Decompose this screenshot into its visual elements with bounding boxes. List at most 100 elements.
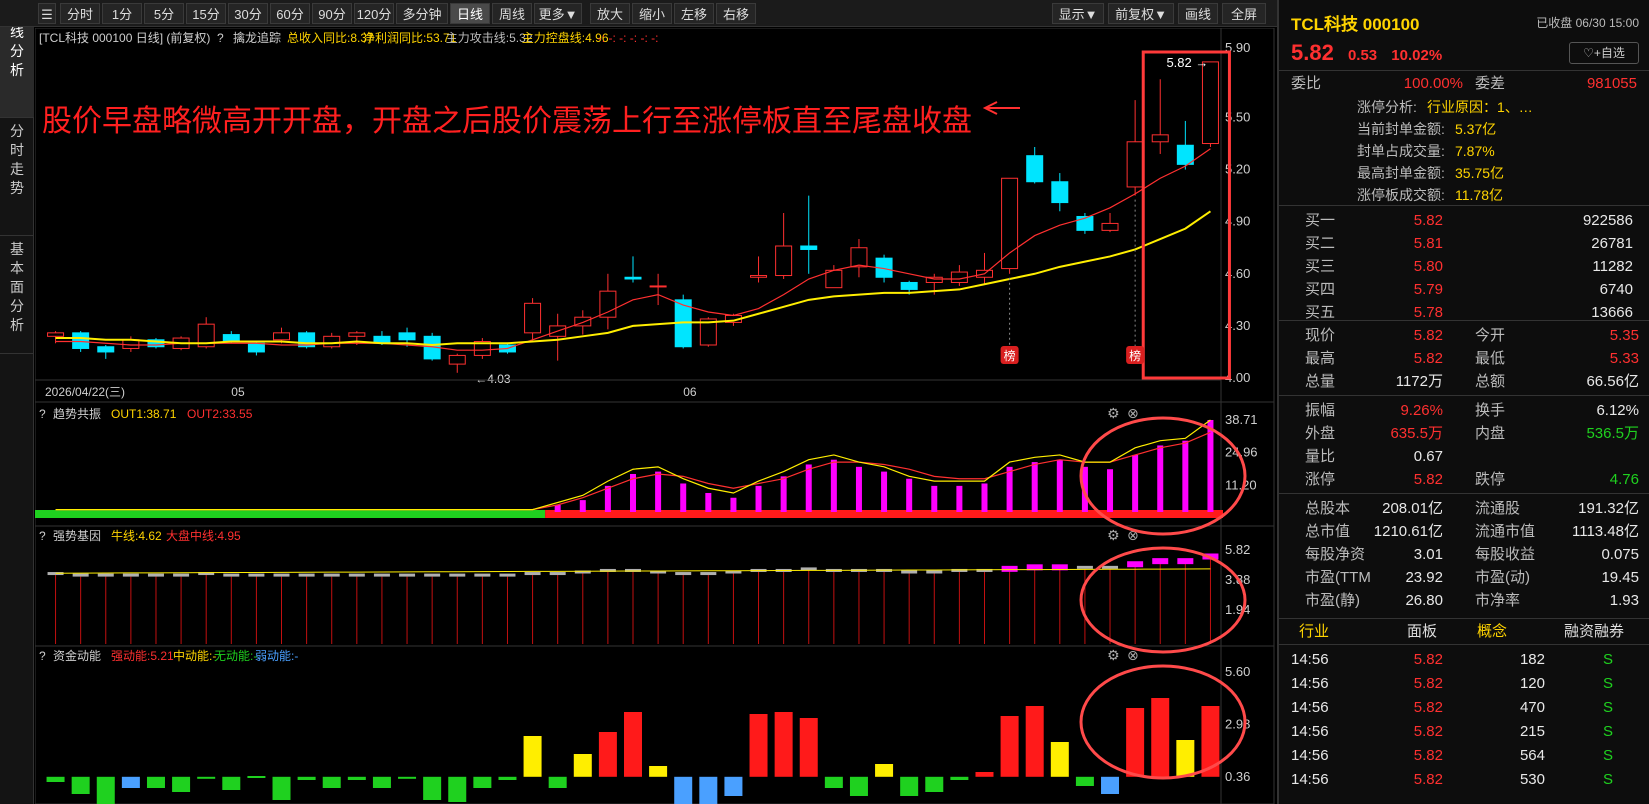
sub-close-icon-1[interactable]: ⊗	[1127, 405, 1139, 421]
price-line: 5.82 0.53 10.02%	[1291, 40, 1442, 66]
chart-area[interactable]: [TCL科技 000100 日线] (前复权)? 擒龙追踪 总收入同比:8.37 净利…	[34, 27, 1275, 804]
sub-name-1: 趋势共振	[53, 407, 101, 421]
sub-help-icon-3[interactable]: ?	[39, 649, 46, 663]
trend-bar	[855, 466, 862, 512]
candle	[825, 265, 843, 289]
sub-item-1-0: OUT1:38.71	[111, 407, 177, 421]
sub-item-3-3: 弱动能:-	[255, 649, 298, 663]
period-11[interactable]: 更多▼	[534, 3, 582, 24]
sub-help-icon-2[interactable]: ?	[39, 529, 46, 543]
trend-bar	[1132, 454, 1139, 512]
energy-bar	[925, 776, 944, 792]
stat-row-7: 总股本 208.01亿 流通股 191.32亿	[1305, 500, 1639, 517]
period-5[interactable]: 60分	[270, 3, 310, 24]
period-0[interactable]: 分时	[60, 3, 100, 24]
energy-bar	[272, 776, 291, 800]
trend-bar	[655, 471, 662, 512]
left-tab-1[interactable]: 分 时 走 势	[0, 118, 34, 236]
candle	[750, 256, 768, 283]
y-tick-sub1-2: 11.20	[1225, 477, 1257, 492]
gene-mark	[72, 573, 89, 577]
gene-mark	[223, 573, 240, 577]
trend-bar	[1031, 462, 1038, 512]
trend-bar	[554, 504, 561, 512]
y-tick-sub2-0: 5.82	[1225, 542, 1250, 557]
stat-row-2: 总量 1172万 总额 66.56亿	[1305, 373, 1639, 390]
panel-tab-3[interactable]: 融资融券	[1564, 620, 1624, 644]
energy-bar	[423, 776, 442, 800]
action-3[interactable]: 右移	[716, 3, 756, 24]
stat-row-0: 现价 5.82 今开 5.35	[1305, 327, 1639, 344]
gene-mark	[1001, 565, 1018, 572]
action-1[interactable]: 缩小	[632, 3, 672, 24]
action-0[interactable]: 放大	[590, 3, 630, 24]
stat-row-6: 涨停 5.82 跌停 4.76	[1305, 471, 1639, 488]
energy-bar	[247, 776, 266, 778]
sub-settings-icon-3[interactable]: ⚙	[1107, 647, 1120, 663]
sub-settings-icon-2[interactable]: ⚙	[1107, 527, 1120, 543]
energy-bar	[523, 736, 542, 777]
energy-bar	[975, 772, 994, 777]
energy-bar	[1101, 776, 1120, 794]
trend-bar	[755, 485, 762, 512]
period-7[interactable]: 120分	[354, 3, 394, 24]
trend-bar	[604, 485, 611, 512]
menu-icon[interactable]: ☰	[38, 3, 56, 24]
candle	[1201, 61, 1219, 147]
energy-bar	[849, 776, 868, 796]
candle	[649, 273, 667, 306]
period-4[interactable]: 30分	[228, 3, 268, 24]
chart-title: [TCL科技 000100 日线] (前复权)	[39, 30, 210, 45]
energy-bar	[950, 776, 969, 780]
left-tab-2[interactable]: 基 本 面 分 析	[0, 236, 34, 354]
indicator-help-icon[interactable]: ?	[217, 31, 224, 45]
period-2[interactable]: 5分	[144, 3, 184, 24]
trend-bar	[805, 464, 812, 512]
period-6[interactable]: 90分	[312, 3, 352, 24]
panel-frame-0	[34, 27, 1275, 403]
panel-tab-1[interactable]: 面板	[1407, 620, 1437, 644]
period-1[interactable]: 1分	[102, 3, 142, 24]
period-10[interactable]: 周线	[492, 3, 532, 24]
candle	[1101, 213, 1119, 233]
panel-tab-0[interactable]: 行业	[1299, 620, 1329, 644]
toolbar: ☰ 分时 1分 5分 15分 30分 60分 90分 120分 多分钟 日线 周线 更多▼ 放大 缩小 左移右…	[0, 0, 1277, 27]
action-2[interactable]: 左移	[674, 3, 714, 24]
toolbar-right-1[interactable]: 前复权▼	[1108, 3, 1174, 24]
stat-row-4: 外盘 635.5万 内盘 536.5万	[1305, 425, 1639, 442]
toolbar-right-3[interactable]: 全屏	[1222, 3, 1266, 24]
period-9[interactable]: 日线	[450, 3, 490, 24]
stat-row-9: 每股净资 3.01 每股收益 0.075	[1305, 546, 1639, 563]
sub-item-3-1: 中动能:-	[173, 648, 216, 663]
energy-bar	[1176, 740, 1195, 777]
candle	[624, 256, 642, 283]
chart-canvas[interactable]: [TCL科技 000100 日线] (前复权)? 擒龙追踪 总收入同比:8.37净利…	[34, 27, 1275, 804]
bid-row-4: 买五 5.78 13666	[1305, 304, 1633, 321]
add-favorite-button[interactable]: ♡+自选	[1569, 42, 1639, 64]
panel-frame-2	[34, 525, 1275, 647]
gene-mark	[1076, 565, 1093, 569]
candle	[549, 313, 567, 361]
bid-row-2: 买三 5.80 11282	[1305, 258, 1633, 275]
date-label: 2026/04/22(三)	[45, 385, 125, 399]
candle	[1026, 147, 1044, 184]
y-tick-sub3-0: 5.60	[1225, 664, 1250, 679]
panel-tab-2[interactable]: 概念	[1477, 620, 1507, 644]
sub-settings-icon-1[interactable]: ⚙	[1107, 405, 1120, 421]
toolbar-right-0[interactable]: 显示▼	[1052, 3, 1104, 24]
energy-bar	[322, 776, 341, 788]
sub-help-icon-1[interactable]: ?	[39, 407, 46, 421]
indicator-value-2: 主力攻击线:5.32	[446, 31, 533, 45]
energy-bar	[1151, 698, 1170, 777]
candle	[950, 265, 968, 286]
energy-bar	[548, 776, 567, 788]
candle	[1001, 177, 1019, 274]
period-3[interactable]: 15分	[186, 3, 226, 24]
stat-row-3: 振幅 9.26% 换手 6.12%	[1305, 402, 1639, 419]
toolbar-right-2[interactable]: 画线	[1178, 3, 1218, 24]
candle	[298, 331, 316, 349]
period-8[interactable]: 多分钟	[396, 3, 448, 24]
trend-bar	[906, 478, 913, 512]
trade-row: 14:56 5.82 215 S	[1291, 723, 1613, 740]
app-window: K 线 分 析分 时 走 势基 本 面 分 析 ☰分时1分5分15分30分60分…	[0, 0, 1649, 804]
